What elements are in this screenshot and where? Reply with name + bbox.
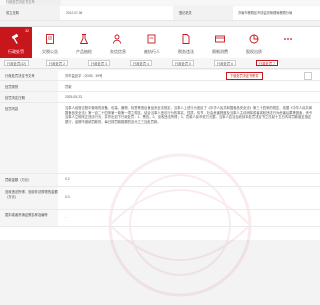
share-icon (249, 34, 259, 44)
doc-number-row: 行政处罚决定书文号 济市监处字〔2025〕39号 下载处罚决定书附件 (0, 70, 320, 81)
filter-chip[interactable]: 行政处罚 5 (172, 60, 194, 66)
established-date-label: 成立日期 (0, 6, 60, 20)
penalty-content-value: 当事人经营过程中使用的设备、包装、器物、标签等违反食品安全法规定，当事人上述行为… (65, 106, 313, 124)
penalty-content-label: 处罚内容 (0, 103, 58, 173)
tab-executed-person[interactable]: 被执行人 (136, 27, 168, 59)
penalty-detail-panel: 行政处罚决定书文号 济市监处字〔2025〕39号 下载处罚决定书附件 处罚类别 … (0, 70, 320, 297)
expand-icon[interactable] (304, 72, 312, 80)
filter-chip[interactable]: 行政处罚 2 (46, 60, 68, 66)
filter-chip-active[interactable]: 行政处罚 7 (256, 60, 278, 66)
penalty-content-row: 处罚内容 当事人经营过程中使用的设备、包装、器物、标签等违反食品安全法规定，当事… (0, 103, 320, 174)
tab-label: 欠税公告 (42, 49, 58, 54)
user-x-icon (113, 34, 121, 44)
tab-label: 失信信息 (110, 49, 126, 54)
license-suspension-row: 暂扣或者吊销证照名称及编号 - (0, 210, 320, 227)
tab-tax-violation[interactable]: 税务违法 (170, 27, 202, 59)
info-row: 成立日期 2012-07-06 登记机关 济南市槐荫区市场监督管理局槐荫分局 (0, 6, 320, 21)
filter-chip[interactable]: 行政处罚 3 (88, 60, 110, 66)
download-attachment-button[interactable]: 下载处罚决定书附件 (226, 72, 263, 80)
tab-product-inspection[interactable]: 产品抽检 (68, 27, 100, 59)
decision-date-label: 处罚决定日期 (0, 92, 58, 102)
confiscation-value: 0.0 (65, 195, 70, 199)
card-icon (215, 35, 225, 43)
tab-equity-pledge[interactable]: 股权出质 (238, 27, 270, 59)
confiscation-row: 没收违法所得、没收非法财物的金额（万元） 0.0 (0, 187, 320, 210)
tab-tax-arrears[interactable]: 欠税公告 (34, 27, 66, 59)
top-row: 行政处罚决定书文号 (0, 0, 320, 5)
more-icon (284, 38, 292, 40)
receipt-icon (46, 34, 54, 44)
penalty-type-value: 罚款 (65, 85, 72, 89)
decision-date-row: 处罚决定日期 2025-05-23 (0, 92, 320, 103)
penalty-type-label: 处罚类别 (0, 81, 58, 91)
penalty-type-row: 处罚类别 罚款 (0, 81, 320, 92)
fine-amount-row: 罚款金额（万元） 0.2 (0, 174, 320, 187)
license-suspension-label: 暂扣或者吊销证照名称及编号 (0, 210, 58, 226)
tab-consumption-limit[interactable]: 限制消费 (204, 27, 236, 59)
registration-authority-label: 登记机关 (173, 6, 233, 20)
tab-label: 行政处罚 (8, 49, 24, 54)
filter-chip[interactable]: 行政处罚(32) (4, 60, 30, 66)
hammer-icon (147, 34, 156, 44)
tab-label: 产品抽检 (76, 49, 92, 54)
tab-label: 税务违法 (178, 49, 194, 54)
page: 行政处罚决定书文号 成立日期 2012-07-06 登记机关 济南市槐荫区市场监… (0, 0, 320, 297)
doc-number-value: 济市监处字〔2025〕39号 (65, 74, 103, 78)
tab-label: 限制消费 (212, 49, 228, 54)
record-filter-bar: 行政处罚(32) 行政处罚 2 行政处罚 3 行政处罚 4 行政处罚 5 行政处… (0, 58, 320, 69)
gavel-icon (11, 33, 19, 44)
confiscation-label: 没收违法所得、没收非法财物的金额（万元） (0, 187, 58, 209)
fine-amount-value: 0.2 (65, 177, 70, 181)
filter-chip[interactable]: 行政处罚 6 (214, 60, 236, 66)
decision-date-value: 2025-05-23 (65, 95, 82, 99)
filter-chip[interactable]: 行政处罚 4 (130, 60, 152, 66)
beaker-icon (79, 34, 89, 44)
tab-more[interactable] (272, 27, 304, 59)
registration-authority-value: 济南市槐荫区市场监督管理局槐荫分局 (238, 11, 293, 15)
established-date-value: 2012-07-06 (66, 11, 83, 15)
top-row-label: 行政处罚决定书文号 (6, 0, 61, 5)
tab-label: 被执行人 (144, 49, 160, 54)
fine-amount-label: 罚款金额（万元） (0, 174, 58, 186)
tab-dishonest-info[interactable]: 失信信息 (102, 27, 134, 59)
license-suspension-value: - (65, 215, 67, 219)
doc-icon (182, 34, 190, 44)
tab-label: 股权出质 (246, 49, 262, 54)
risk-tabs: 32 行政处罚 欠税公告 产品抽检 失信信息 被执行人 税务违法 限制消费 股权… (0, 26, 320, 60)
tab-administrative-penalty[interactable]: 32 行政处罚 (0, 27, 32, 59)
doc-number-label: 行政处罚决定书文号 (0, 70, 58, 80)
tab-count: 32 (25, 29, 29, 33)
